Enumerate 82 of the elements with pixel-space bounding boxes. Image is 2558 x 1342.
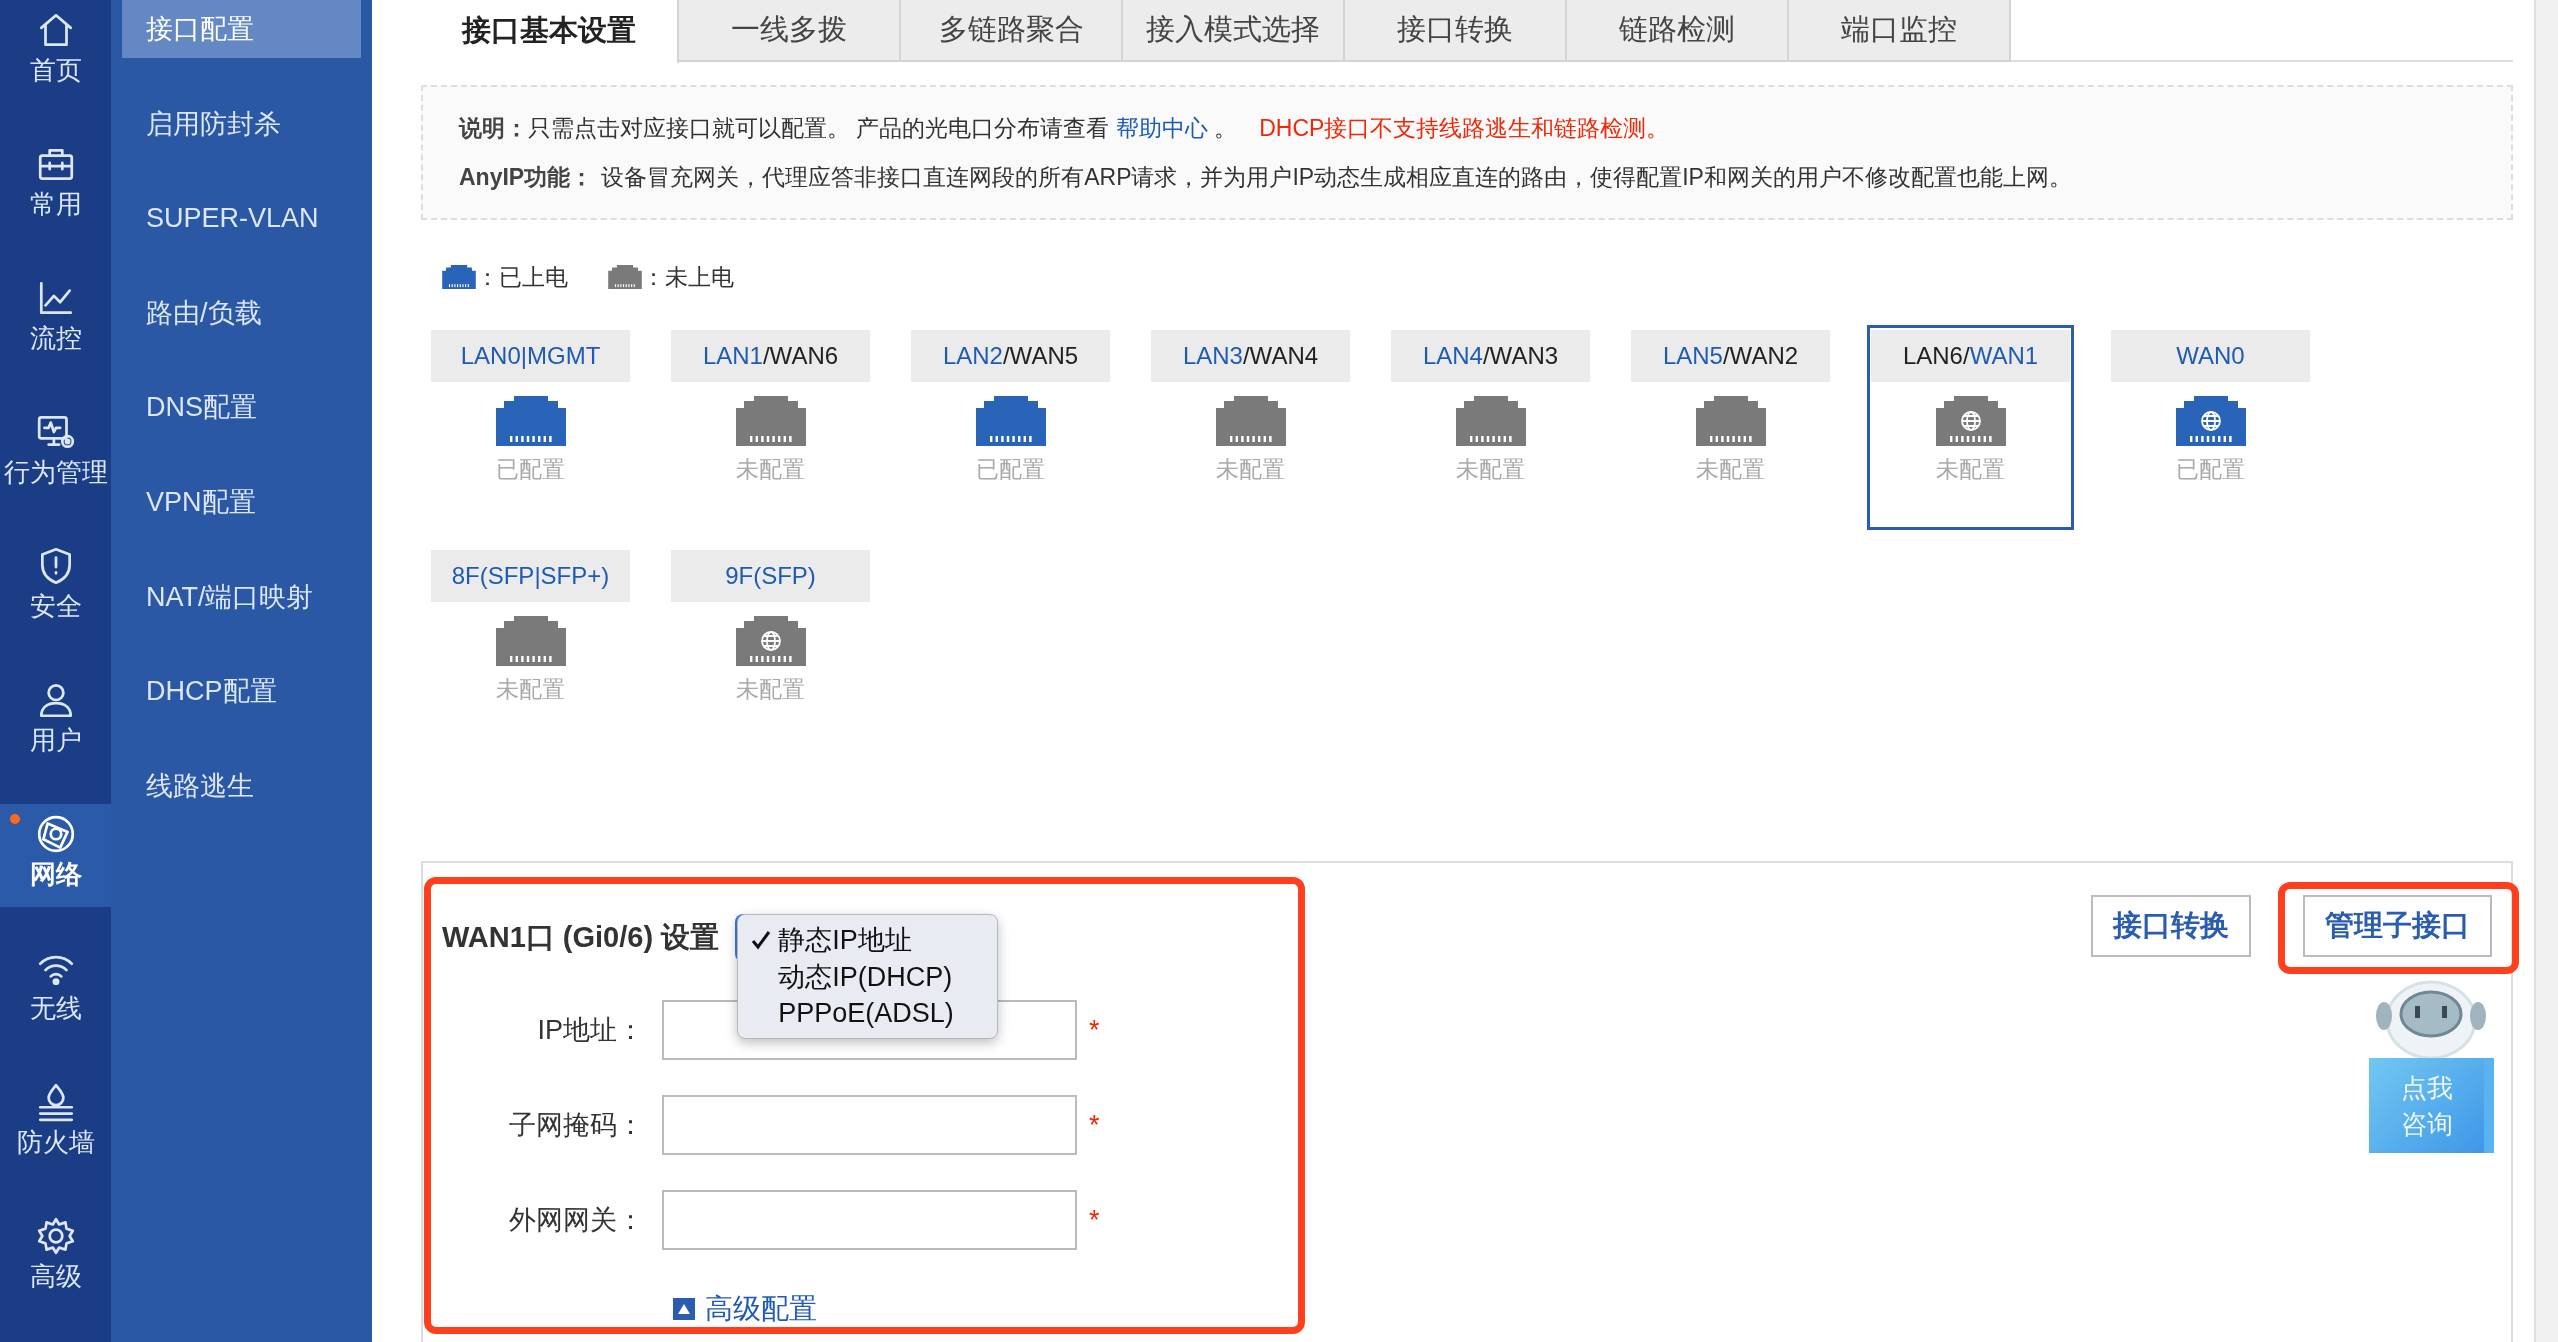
nav-item[interactable]: 安全	[0, 536, 111, 639]
note-label: AnyIP功能：	[459, 163, 594, 192]
submenu-item[interactable]: 路由/负载	[122, 283, 361, 342]
submenu-item[interactable]: VPN配置	[122, 472, 361, 531]
tab[interactable]: 接口转换	[1345, 0, 1567, 62]
port-label: 9F(SFP)	[671, 550, 870, 602]
tab[interactable]: 接入模式选择	[1123, 0, 1345, 62]
field-label: 子网掩码：	[508, 1109, 644, 1142]
nav-item[interactable]: 无线	[0, 938, 111, 1041]
field-label: IP地址：	[536, 1014, 644, 1047]
nav-item[interactable]: 常用	[0, 134, 111, 237]
action-button[interactable]: 管理子接口	[2303, 895, 2492, 957]
tab[interactable]: 端口监控	[1789, 0, 2011, 62]
field-label: 外网网关：	[508, 1204, 644, 1237]
legend-label: ：未上电	[642, 262, 734, 292]
port-tile[interactable]: 8F(SFP|SFP+) 未配置	[427, 545, 634, 750]
port-tile[interactable]: 9F(SFP) 未配置	[667, 545, 874, 750]
dropdown-option[interactable]: 动态IP(DHCP)	[738, 958, 998, 995]
port-tile[interactable]: LAN0|MGMT 已配置	[427, 325, 634, 530]
note-text: 只需点击对应接口就可以配置。 产品的光电口分布请查看 帮助中心 。	[528, 114, 1238, 143]
port-tile[interactable]: LAN5/WAN2 未配置	[1627, 325, 1834, 530]
port-status: 未配置	[736, 455, 805, 484]
port-tile[interactable]: LAN2/WAN5 已配置	[907, 325, 1114, 530]
port-tile[interactable]: LAN6/WAN1 未配置	[1867, 325, 2074, 530]
port-status: 已配置	[496, 455, 565, 484]
tab[interactable]: 链路检测	[1567, 0, 1789, 62]
port-label: LAN5/WAN2	[1631, 330, 1830, 382]
note-text: 设备冒充网关，代理应答非接口直连网段的所有ARP请求，并为用户IP动态生成相应直连的路由，使得配置IP和网关的用户不修改配置也能上网。	[601, 163, 2072, 192]
help-link[interactable]: 帮助中心	[1115, 115, 1208, 141]
port-label: LAN2/WAN5	[911, 330, 1110, 382]
input-field[interactable]	[662, 1190, 1077, 1250]
dropdown-option[interactable]: 静态IP地址	[738, 921, 998, 958]
nav-item[interactable]: 网络	[0, 804, 111, 907]
submenu-item[interactable]: DHCP配置	[122, 662, 361, 721]
port-tile[interactable]: WAN0 已配置	[2107, 325, 2314, 530]
legend-label: ：已上电	[476, 262, 568, 292]
port-label: LAN4/WAN3	[1391, 330, 1590, 382]
port-status: 未配置	[1456, 455, 1525, 484]
port-label: LAN1/WAN6	[671, 330, 870, 382]
nav-item[interactable]: 流控	[0, 268, 111, 371]
nav-item[interactable]: 行为管理	[0, 402, 111, 505]
nav-item[interactable]: 高级	[0, 1206, 111, 1309]
tab[interactable]: 一线多拨	[679, 0, 901, 62]
advanced-settings-link[interactable]: 高级配置	[673, 1290, 817, 1328]
port-status: 未配置	[1216, 455, 1285, 484]
nav-item[interactable]: 首页	[0, 0, 111, 103]
port-label: LAN6/WAN1	[1871, 330, 2070, 382]
submenu-item[interactable]: DNS配置	[122, 378, 361, 437]
submenu-item[interactable]: NAT/端口映射	[122, 567, 361, 626]
note-label: 说明：	[459, 114, 528, 143]
port-status: 未配置	[496, 675, 565, 704]
port-label: LAN3/WAN4	[1151, 330, 1350, 382]
port-status: 已配置	[2176, 455, 2245, 484]
dropdown-option[interactable]: PPPoE(ADSL)	[738, 995, 998, 1032]
required-mark: *	[1089, 1204, 1100, 1236]
submenu-item[interactable]: 接口配置	[122, 0, 361, 58]
tab[interactable]: 接口基本设置	[421, 0, 679, 64]
action-button[interactable]: 接口转换	[2091, 895, 2251, 957]
port-tile[interactable]: LAN1/WAN6 未配置	[667, 325, 874, 530]
submenu-item[interactable]: SUPER-VLAN	[122, 189, 361, 248]
required-mark: *	[1089, 1109, 1100, 1141]
scrollbar[interactable]	[2534, 0, 2558, 1342]
port-label: 8F(SFP|SFP+)	[431, 550, 630, 602]
input-field[interactable]	[662, 1000, 1077, 1060]
port-tile[interactable]: LAN3/WAN4 未配置	[1147, 325, 1354, 530]
port-status: 未配置	[736, 675, 805, 704]
nav-item[interactable]: 防火墙	[0, 1072, 111, 1175]
port-label: LAN0|MGMT	[431, 330, 630, 382]
port-status: 已配置	[976, 455, 1045, 484]
submenu-item[interactable]: 线路逃生	[122, 756, 361, 815]
submenu-item[interactable]: 启用防封杀	[122, 94, 361, 153]
port-tile[interactable]: LAN4/WAN3 未配置	[1387, 325, 1594, 530]
tab[interactable]: 多链路聚合	[901, 0, 1123, 62]
collapse-icon	[673, 1298, 695, 1320]
port-status: 未配置	[1936, 455, 2005, 484]
port-label: WAN0	[2111, 330, 2310, 382]
required-mark: *	[1089, 1014, 1100, 1046]
nav-item[interactable]: 用户	[0, 670, 111, 773]
warning-text: DHCP接口不支持线路逃生和链路检测。	[1259, 114, 1670, 143]
port-status: 未配置	[1696, 455, 1765, 484]
section-title: WAN1口 (Gi0/6) 设置	[442, 920, 720, 955]
input-field[interactable]	[662, 1095, 1077, 1155]
